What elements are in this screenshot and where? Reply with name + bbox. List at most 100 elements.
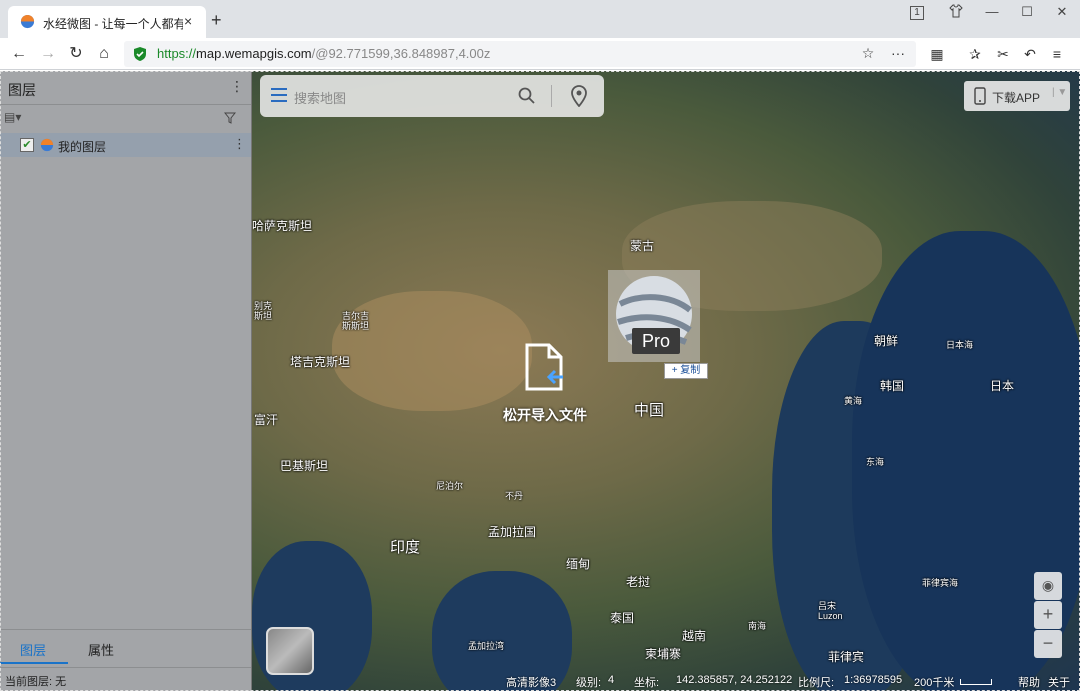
panel-header: 图层 ⋮ <box>0 71 251 105</box>
map-label-tajikistan: 塔吉克斯坦 <box>290 355 351 369</box>
file-import-icon <box>525 343 563 391</box>
address-bar: ← → ↻ ⌂ https://map.wemapgis.com/@92.771… <box>0 38 1080 70</box>
search-input[interactable]: 搜索地图 <box>294 88 346 107</box>
map-label-east-sea: 东海 <box>866 457 885 467</box>
url-host: map.wemapgis.com <box>196 46 312 61</box>
pro-badge: Pro <box>632 328 680 354</box>
layer-view-icon[interactable]: ▤▾ <box>4 110 21 124</box>
minimize-icon[interactable]: — <box>982 4 1002 19</box>
shirt-icon[interactable] <box>946 4 966 21</box>
layer-checkbox[interactable]: ✔ <box>20 138 34 152</box>
map-label-cambodia: 柬埔寨 <box>645 647 682 661</box>
search-separator <box>551 85 552 107</box>
favorites-icon[interactable]: ✰ <box>965 43 985 65</box>
map-label-kyrgyz: 吉尔吉 斯斯坦 <box>342 311 370 331</box>
menu-icon[interactable]: ≡ <box>1047 43 1067 65</box>
layer-menu-icon[interactable]: ⋮ <box>233 136 246 152</box>
map-label-afghanistan: 富汗 <box>254 413 279 427</box>
drag-preview: Pro <box>608 270 700 362</box>
zoom-in-button[interactable]: + <box>1034 601 1062 629</box>
tab-close-icon[interactable]: × <box>184 13 192 29</box>
home-icon[interactable]: ⌂ <box>93 43 115 65</box>
url-scheme: https:// <box>157 46 197 61</box>
map-label-pakistan: 巴基斯坦 <box>280 459 329 473</box>
cut-icon[interactable]: ✂ <box>993 43 1013 65</box>
scale-bar <box>960 679 992 685</box>
panel-title: 图层 <box>8 82 36 98</box>
map-label-luzon: 吕宋 Luzon <box>818 601 843 621</box>
search-icon[interactable] <box>518 87 536 105</box>
layer-row[interactable]: ✔ 我的图层 ⋮ <box>0 133 251 157</box>
browser-tab[interactable]: 水经微图 - 让每一个人都有自 × <box>8 6 206 38</box>
level-value: 4 <box>608 674 615 686</box>
map-label-myanmar: 缅甸 <box>566 557 591 571</box>
filter-icon[interactable] <box>224 112 236 124</box>
map-label-bay-of-bengal: 孟加拉湾 <box>468 641 505 651</box>
locate-icon[interactable]: ◉ <box>1034 572 1062 600</box>
map-canvas[interactable]: 哈萨克斯坦 蒙古 塔吉克斯坦 巴基斯坦 富汗 中国 朝鲜 韩国 日本 印度 孟加… <box>252 71 1080 691</box>
map-label-mongolia: 蒙古 <box>630 239 655 253</box>
desert-taklamakan <box>332 291 532 411</box>
download-app-button[interactable]: 下载APP | ▼ <box>964 81 1070 111</box>
location-pin-icon[interactable] <box>570 85 588 107</box>
help-link[interactable]: 帮助 <box>1018 674 1040 690</box>
forward-icon[interactable]: → <box>37 43 59 65</box>
active-tab-indicator <box>0 662 68 664</box>
page-content: 图层 ⋮ ▤▾ ✔ 我的图层 ⋮ 图层 属性 当前图层: 无 哈萨克斯坦 蒙古 <box>0 71 1080 691</box>
undo-icon[interactable]: ↶ <box>1020 43 1040 65</box>
imagery-label: 高清影像3 <box>506 677 557 689</box>
scale-value: 1:36978595 <box>844 674 903 686</box>
url-field[interactable]: https://map.wemapgis.com/@92.771599,36.8… <box>124 41 916 67</box>
map-label-thailand: 泰国 <box>610 611 635 625</box>
coord-label: 坐标: <box>634 677 660 689</box>
close-window-icon[interactable]: ✕ <box>1052 4 1072 20</box>
hamburger-menu-icon[interactable] <box>270 87 288 103</box>
zoom-out-button[interactable]: − <box>1034 630 1062 658</box>
about-link[interactable]: 关于 <box>1048 674 1070 690</box>
tab-layers[interactable]: 图层 <box>20 640 46 659</box>
tab-count-badge[interactable]: 1 <box>910 6 924 20</box>
basemap-switcher[interactable] <box>266 627 314 675</box>
url-path: /@92.771599,36.848987,4.00z <box>311 46 491 61</box>
layer-panel: 图层 ⋮ ▤▾ ✔ 我的图层 ⋮ 图层 属性 当前图层: 无 <box>0 71 252 691</box>
search-bar[interactable]: 搜索地图 <box>260 75 604 117</box>
current-layer-status: 当前图层: 无 <box>5 676 67 688</box>
map-label-south-sea: 南海 <box>748 621 767 631</box>
more-icon[interactable]: ··· <box>888 42 908 64</box>
browser-tab-bar: 水经微图 - 让每一个人都有自 × + 1 — ☐ ✕ <box>0 0 1080 38</box>
chevron-down-icon[interactable]: | ▼ <box>1052 87 1067 98</box>
map-label-bhutan: 不丹 <box>505 491 524 501</box>
map-label-philippines: 菲律宾 <box>828 650 865 664</box>
coord-value: 142.385857, 24.252122 <box>676 674 793 686</box>
map-label-japan-sea: 日本海 <box>946 340 974 350</box>
map-label-south-korea: 韩国 <box>880 379 905 393</box>
map-label-india: 印度 <box>390 539 421 556</box>
back-icon[interactable]: ← <box>8 43 30 65</box>
map-label-uzbek: 别克 斯坦 <box>254 301 273 321</box>
apps-icon[interactable]: ▦ <box>927 43 947 65</box>
map-label-laos: 老挝 <box>626 575 651 589</box>
map-label-north-korea: 朝鲜 <box>874 334 899 348</box>
scale-label: 比例尺: <box>798 677 835 689</box>
tab-title: 水经微图 - 让每一个人都有自 <box>43 17 183 31</box>
copy-tooltip: + 复制 <box>664 363 708 379</box>
site-favicon <box>20 14 35 29</box>
panel-menu-icon[interactable]: ⋮ <box>230 78 244 95</box>
map-label-china: 中国 <box>634 402 665 419</box>
panel-toolbar: ▤▾ <box>0 106 251 132</box>
map-label-yellow-sea: 黄海 <box>844 396 863 406</box>
tab-properties[interactable]: 属性 <box>88 640 114 659</box>
new-tab-button[interactable]: + <box>211 10 222 31</box>
reload-icon[interactable]: ↻ <box>65 43 87 65</box>
map-status-bar: 高清影像3 级别: 4 坐标: 142.385857, 24.252122 比例… <box>252 671 1080 691</box>
layer-icon <box>40 138 54 152</box>
map-label-bangladesh: 孟加拉国 <box>488 525 537 539</box>
layer-name: 我的图层 <box>58 140 107 154</box>
panel-tabs: 图层 属性 <box>0 629 251 665</box>
map-label-nepal: 尼泊尔 <box>436 481 464 491</box>
level-label: 级别: <box>576 677 602 689</box>
url-text: https://map.wemapgis.com/@92.771599,36.8… <box>157 46 490 61</box>
phone-icon <box>974 87 986 105</box>
maximize-icon[interactable]: ☐ <box>1017 4 1037 20</box>
star-icon[interactable]: ☆ <box>858 42 878 64</box>
